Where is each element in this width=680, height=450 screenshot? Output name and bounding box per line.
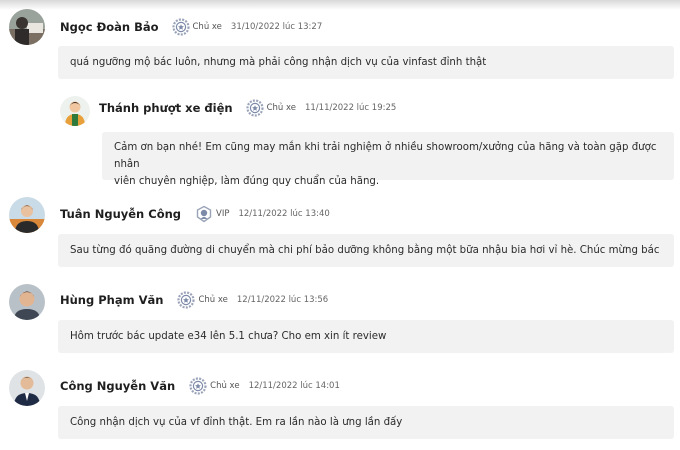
role-badge: Chủ xe bbox=[189, 377, 240, 395]
comment-text: Cảm ơn bạn nhé! Em cũng may mắn khi trải… bbox=[102, 132, 674, 187]
comment-date: 12/11/2022 lúc 13:56 bbox=[236, 295, 329, 305]
avatar[interactable] bbox=[9, 370, 45, 406]
comment-body: quá ngưỡng mộ bác luôn, nhưng mà phải cô… bbox=[70, 57, 487, 68]
role-label: Chủ xe bbox=[192, 22, 222, 32]
role-label: Chủ xe bbox=[210, 381, 240, 391]
role-badge: VIP bbox=[195, 205, 229, 223]
comment-author[interactable]: Thánh phượt xe điện bbox=[99, 101, 233, 115]
avatar[interactable] bbox=[60, 96, 90, 126]
comment-body: Hôm trước bác update e34 lên 5.1 chưa? C… bbox=[70, 331, 387, 342]
comment-author[interactable]: Tuân Nguyễn Công bbox=[60, 207, 181, 221]
role-label: VIP bbox=[216, 209, 230, 219]
top-fade bbox=[0, 0, 680, 10]
gear-badge-icon bbox=[177, 291, 196, 309]
comment-text: Công nhận dịch vụ của vf đỉnh thật. Em r… bbox=[58, 406, 674, 439]
comment-body-line: Cảm ơn bạn nhé! Em cũng may mắn khi trải… bbox=[114, 142, 657, 170]
comment-text: Hôm trước bác update e34 lên 5.1 chưa? C… bbox=[58, 320, 674, 353]
role-badge: Chủ xe bbox=[171, 18, 222, 36]
gear-badge-icon bbox=[245, 99, 264, 117]
role-label: Chủ xe bbox=[266, 103, 296, 113]
avatar[interactable] bbox=[9, 284, 45, 320]
avatar[interactable] bbox=[9, 9, 45, 45]
comment-body: Công nhận dịch vụ của vf đỉnh thật. Em r… bbox=[70, 417, 403, 428]
comment-text: quá ngưỡng mộ bác luôn, nhưng mà phải cô… bbox=[58, 46, 674, 79]
role-label: Chủ xe bbox=[198, 295, 228, 305]
comment-body: Sau từng đó quãng đường di chuyển mà chi… bbox=[70, 245, 660, 256]
comment-author[interactable]: Ngọc Đoàn Bảo bbox=[60, 20, 159, 34]
vip-badge-icon bbox=[196, 205, 212, 223]
comment-date: 31/10/2022 lúc 13:27 bbox=[230, 22, 323, 32]
comment-body-line: viên chuyên nghiệp, làm đúng quy chuẩn c… bbox=[114, 176, 380, 187]
avatar[interactable] bbox=[9, 197, 45, 233]
comment-date: 11/11/2022 lúc 19:25 bbox=[304, 103, 397, 113]
gear-badge-icon bbox=[171, 18, 190, 36]
comment-author[interactable]: Hùng Phạm Văn bbox=[60, 293, 163, 307]
comment-text: Sau từng đó quãng đường di chuyển mà chi… bbox=[58, 234, 674, 267]
role-badge: Chủ xe bbox=[177, 291, 228, 309]
gear-badge-icon bbox=[189, 377, 207, 395]
comment-date: 12/11/2022 lúc 13:40 bbox=[238, 209, 330, 219]
role-badge: Chủ xe bbox=[245, 99, 296, 117]
comment-date: 12/11/2022 lúc 14:01 bbox=[248, 381, 340, 391]
comment-author[interactable]: Công Nguyễn Văn bbox=[60, 379, 175, 393]
